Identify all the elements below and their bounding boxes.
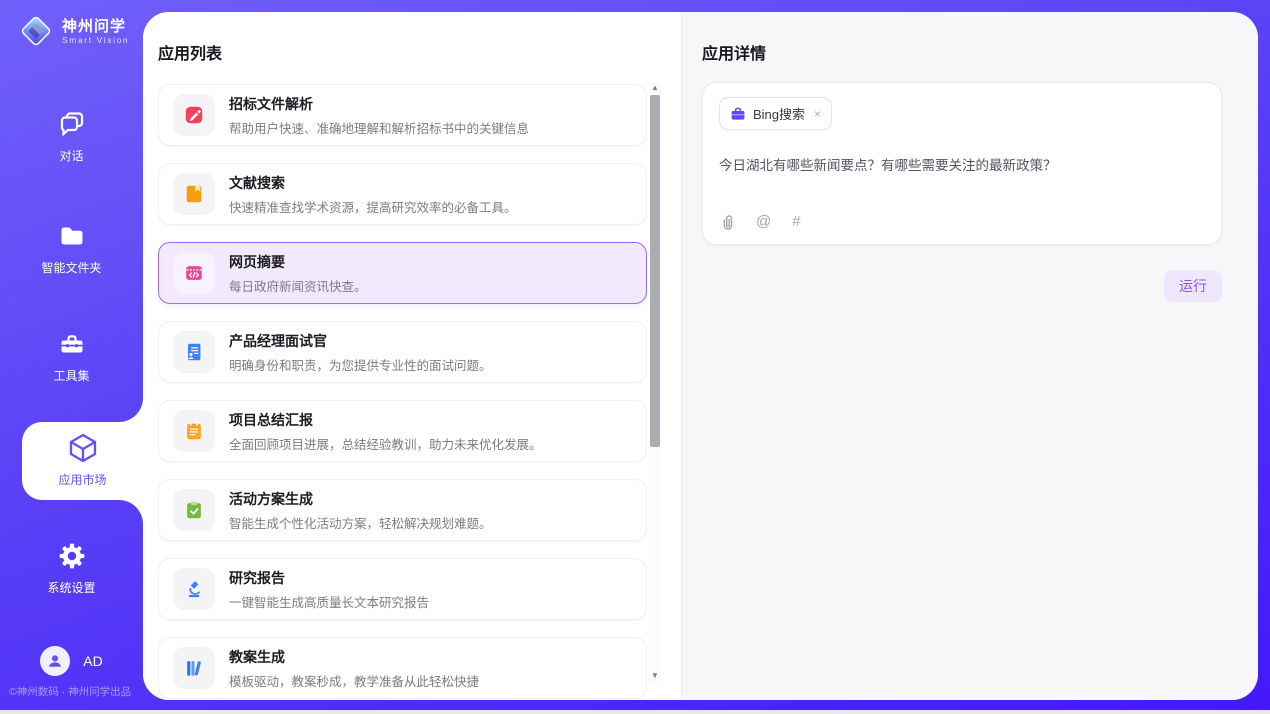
app-desc: 帮助用户快速、准确地理解和解析招标书中的关键信息 — [229, 118, 529, 137]
paperclip-icon[interactable] — [719, 213, 735, 231]
tool-chip-bing-search[interactable]: Bing搜索 × — [719, 97, 832, 130]
brand-name: 神州问学 — [62, 18, 129, 35]
app-list-panel: 应用列表 招标文件解析 帮助用户快速、准确地理解和解析招标书 — [143, 12, 681, 700]
query-input[interactable]: 今日湖北有哪些新闻要点？有哪些需要关注的最新政策？ — [719, 154, 1205, 174]
sidebar-item-label: 智能文件夹 — [41, 259, 101, 276]
app-card-literature-search[interactable]: 文献搜索 快速精准查找学术资源，提高研究效率的必备工具。 — [158, 163, 647, 225]
microscope-icon — [173, 568, 215, 610]
app-card-event-plan[interactable]: 活动方案生成 智能生成个性化活动方案，轻松解决规划难题。 — [158, 479, 647, 541]
book-icon — [173, 173, 215, 215]
app-window: 神州问学 Smart Vision 对话 智能文件夹 — [0, 0, 1270, 714]
sidebar-item-label: 工具集 — [53, 367, 89, 384]
hash-icon[interactable]: # — [792, 214, 800, 230]
main-container: 应用列表 招标文件解析 帮助用户快速、准确地理解和解析招标书 — [143, 12, 1258, 700]
resume-icon — [173, 331, 215, 373]
brand-subtitle: Smart Vision — [62, 35, 129, 45]
app-desc: 明确身份和职责，为您提供专业性的面试问题。 — [229, 355, 492, 374]
sidebar-item-app-market[interactable]: 应用市场 — [22, 432, 143, 488]
folder-icon — [58, 222, 86, 250]
briefcase-icon — [730, 106, 746, 122]
app-desc: 一键智能生成高质量长文本研究报告 — [229, 592, 429, 611]
app-name: 招标文件解析 — [229, 94, 529, 114]
copyright-footer: ©神州数码 · 神州问学出品 — [9, 684, 131, 699]
sidebar-item-settings[interactable]: 系统设置 — [0, 542, 143, 596]
app-list: 招标文件解析 帮助用户快速、准确地理解和解析招标书中的关键信息 文 — [158, 84, 647, 700]
app-card-bid-analysis[interactable]: 招标文件解析 帮助用户快速、准确地理解和解析招标书中的关键信息 — [158, 84, 647, 146]
query-composer[interactable]: Bing搜索 × 今日湖北有哪些新闻要点？有哪些需要关注的最新政策？ @ # — [702, 82, 1222, 245]
brand-logo: 神州问学 Smart Vision — [18, 13, 129, 49]
app-list-title: 应用列表 — [158, 40, 222, 64]
edit-doc-icon — [173, 94, 215, 136]
app-name: 项目总结汇报 — [229, 410, 542, 430]
scroll-down-arrow[interactable]: ▼ — [649, 670, 661, 682]
app-desc: 智能生成个性化活动方案，轻松解决规划难题。 — [229, 513, 492, 532]
sidebar-item-toolset[interactable]: 工具集 — [0, 330, 143, 384]
app-frame: 神州问学 Smart Vision 对话 智能文件夹 — [0, 0, 1270, 710]
app-detail-panel: 应用详情 Bing搜索 × 今日湖北有哪些新闻要点？有哪些需要关注的最新政策？ — [681, 12, 1258, 700]
clipboard-check-icon — [173, 489, 215, 531]
app-card-pm-interviewer[interactable]: 产品经理面试官 明确身份和职责，为您提供专业性的面试问题。 — [158, 321, 647, 383]
app-card-project-report[interactable]: 项目总结汇报 全面回顾项目进展，总结经验教训，助力未来优化发展。 — [158, 400, 647, 462]
user-name: AD — [83, 653, 102, 669]
app-name: 研究报告 — [229, 568, 429, 588]
sidebar-item-smart-folder[interactable]: 智能文件夹 — [0, 222, 143, 276]
chat-icon — [58, 110, 86, 138]
cube-icon — [67, 432, 99, 464]
gear-icon — [58, 542, 86, 570]
app-desc: 模板驱动，教案秒成，教学准备从此轻松快捷 — [229, 671, 479, 690]
user-profile[interactable]: AD — [0, 646, 143, 676]
app-card-research-report[interactable]: 研究报告 一键智能生成高质量长文本研究报告 — [158, 558, 647, 620]
user-icon — [46, 652, 64, 670]
scroll-up-arrow[interactable]: ▲ — [649, 82, 661, 94]
toolbox-icon — [58, 330, 86, 358]
composer-toolbar: @ # — [719, 213, 801, 231]
sidebar-item-label: 对话 — [59, 147, 83, 164]
app-name: 文献搜索 — [229, 173, 517, 193]
app-desc: 全面回顾项目进展，总结经验教训，助力未来优化发展。 — [229, 434, 542, 453]
tool-chip-label: Bing搜索 — [753, 104, 805, 123]
sidebar: 神州问学 Smart Vision 对话 智能文件夹 — [0, 0, 143, 710]
app-name: 产品经理面试官 — [229, 331, 492, 351]
chip-close-icon[interactable]: × — [814, 107, 821, 121]
app-desc: 快速精准查找学术资源，提高研究效率的必备工具。 — [229, 197, 517, 216]
app-card-web-summary[interactable]: 网页摘要 每日政府新闻资讯快查。 — [158, 242, 647, 304]
sidebar-item-label: 系统设置 — [47, 579, 95, 596]
books-icon — [173, 647, 215, 689]
sidebar-item-label: 应用市场 — [58, 471, 106, 488]
sidebar-item-chat[interactable]: 对话 — [0, 110, 143, 164]
diamond-logo-icon — [18, 13, 54, 49]
list-scrollbar[interactable]: ▲ ▼ — [649, 82, 661, 682]
avatar — [40, 646, 70, 676]
app-desc: 每日政府新闻资讯快查。 — [229, 276, 367, 295]
browser-code-icon — [173, 252, 215, 294]
run-button[interactable]: 运行 — [1164, 270, 1222, 302]
app-card-lesson-plan[interactable]: 教案生成 模板驱动，教案秒成，教学准备从此轻松快捷 — [158, 637, 647, 699]
app-name: 网页摘要 — [229, 252, 367, 272]
app-name: 教案生成 — [229, 647, 479, 667]
app-name: 活动方案生成 — [229, 489, 492, 509]
app-detail-title: 应用详情 — [702, 40, 766, 64]
mention-icon[interactable]: @ — [756, 214, 771, 230]
notepad-icon — [173, 410, 215, 452]
scrollbar-thumb[interactable] — [650, 95, 660, 447]
